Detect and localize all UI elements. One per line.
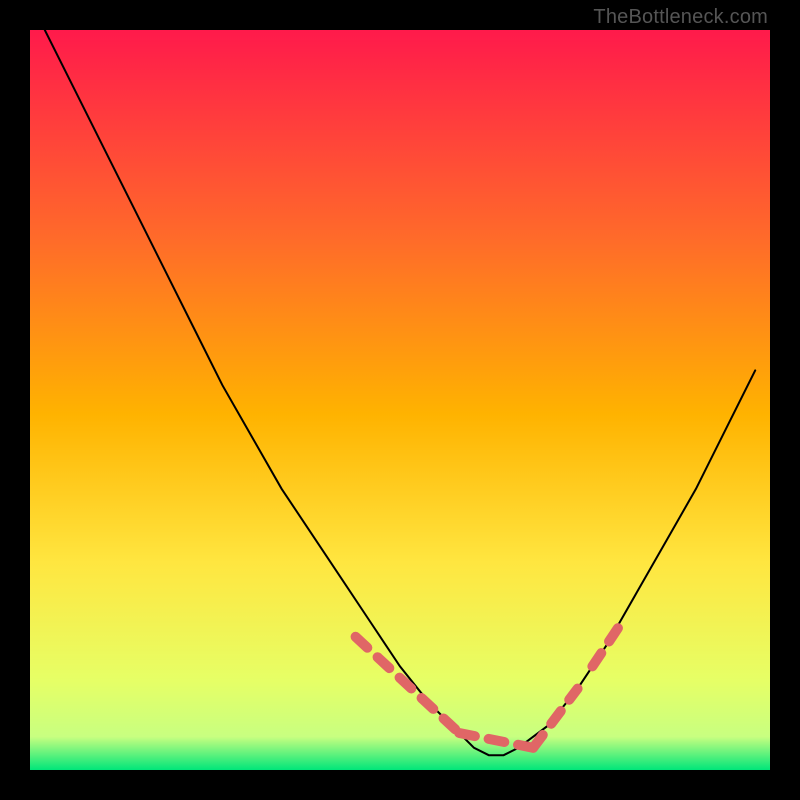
curve-highlight-dashes — [356, 622, 622, 748]
highlight-dash — [592, 622, 622, 666]
chart-curve-layer — [30, 30, 770, 770]
highlight-dash — [356, 637, 460, 733]
attribution-text: TheBottleneck.com — [593, 6, 768, 29]
highlight-dash — [459, 733, 533, 748]
highlight-dash — [533, 689, 577, 748]
bottleneck-curve — [45, 30, 755, 755]
chart-plot-area — [30, 30, 770, 770]
